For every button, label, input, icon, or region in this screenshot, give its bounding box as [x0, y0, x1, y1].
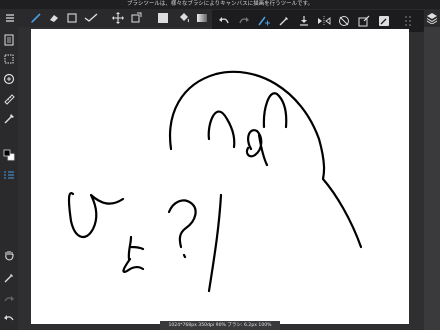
status-bar: 1024*768px 350dpi 90% ブラシ: 6.2px 100% [160, 321, 280, 330]
drawing-app: ブラシツールは、様々なブラシによりキャンバスに描画を行うツールです。 1024*… [0, 0, 440, 330]
hiragana-yo-stroke [122, 235, 145, 273]
left-eye-stroke [207, 110, 236, 149]
zoom-icon[interactable] [1, 71, 17, 87]
drawing-canvas[interactable] [31, 29, 409, 324]
redo-icon[interactable] [236, 13, 252, 29]
right-eye-stroke [262, 92, 288, 129]
sketch-drawing [67, 70, 363, 293]
layers-panel-icon[interactable] [1, 167, 17, 183]
grid-icon[interactable] [400, 13, 416, 29]
move-icon[interactable] [110, 9, 126, 27]
eraser-icon[interactable] [46, 9, 62, 27]
layers-list-icon[interactable] [1, 32, 17, 48]
layers-stack-icon[interactable] [424, 9, 440, 27]
question-dot-stroke [182, 253, 187, 259]
ruler-icon[interactable] [1, 91, 17, 107]
brush-select-icon[interactable] [256, 13, 272, 29]
selection-icon[interactable] [1, 51, 17, 67]
transform-icon[interactable] [128, 9, 144, 27]
flip-icon[interactable] [316, 13, 332, 29]
hand-icon[interactable] [1, 247, 17, 263]
color-square-icon[interactable] [155, 9, 171, 27]
brush-settings-icon[interactable] [1, 111, 17, 127]
undo-rail-icon[interactable] [1, 310, 17, 326]
left-toolbar [0, 27, 18, 330]
eyedropper-icon[interactable] [276, 13, 292, 29]
reference-icon[interactable] [376, 13, 392, 29]
tool-hint: ブラシツールは、様々なブラシによりキャンバスに描画を行うツールです。 [0, 0, 440, 9]
menu-icon[interactable] [2, 9, 18, 27]
import-icon[interactable] [296, 13, 312, 29]
fill-bucket-icon[interactable] [175, 9, 191, 27]
no-stroke-icon[interactable] [336, 13, 352, 29]
undo-icon[interactable] [216, 13, 232, 29]
brush-icon[interactable] [28, 9, 44, 27]
redo-rail-icon[interactable] [1, 291, 17, 307]
right-gutter [424, 27, 440, 330]
check-icon[interactable] [83, 9, 99, 27]
hiragana-hi-stroke [67, 192, 125, 239]
eyedropper-rail-icon[interactable] [1, 270, 17, 286]
gradient-icon[interactable] [194, 9, 210, 27]
question-mark-stroke [167, 199, 197, 249]
mouth-stroke [245, 129, 269, 167]
select-rect-icon[interactable] [64, 9, 80, 27]
left-side-stroke [207, 193, 223, 293]
edit-icon[interactable] [356, 13, 372, 29]
color-swap-icon[interactable] [1, 147, 17, 163]
